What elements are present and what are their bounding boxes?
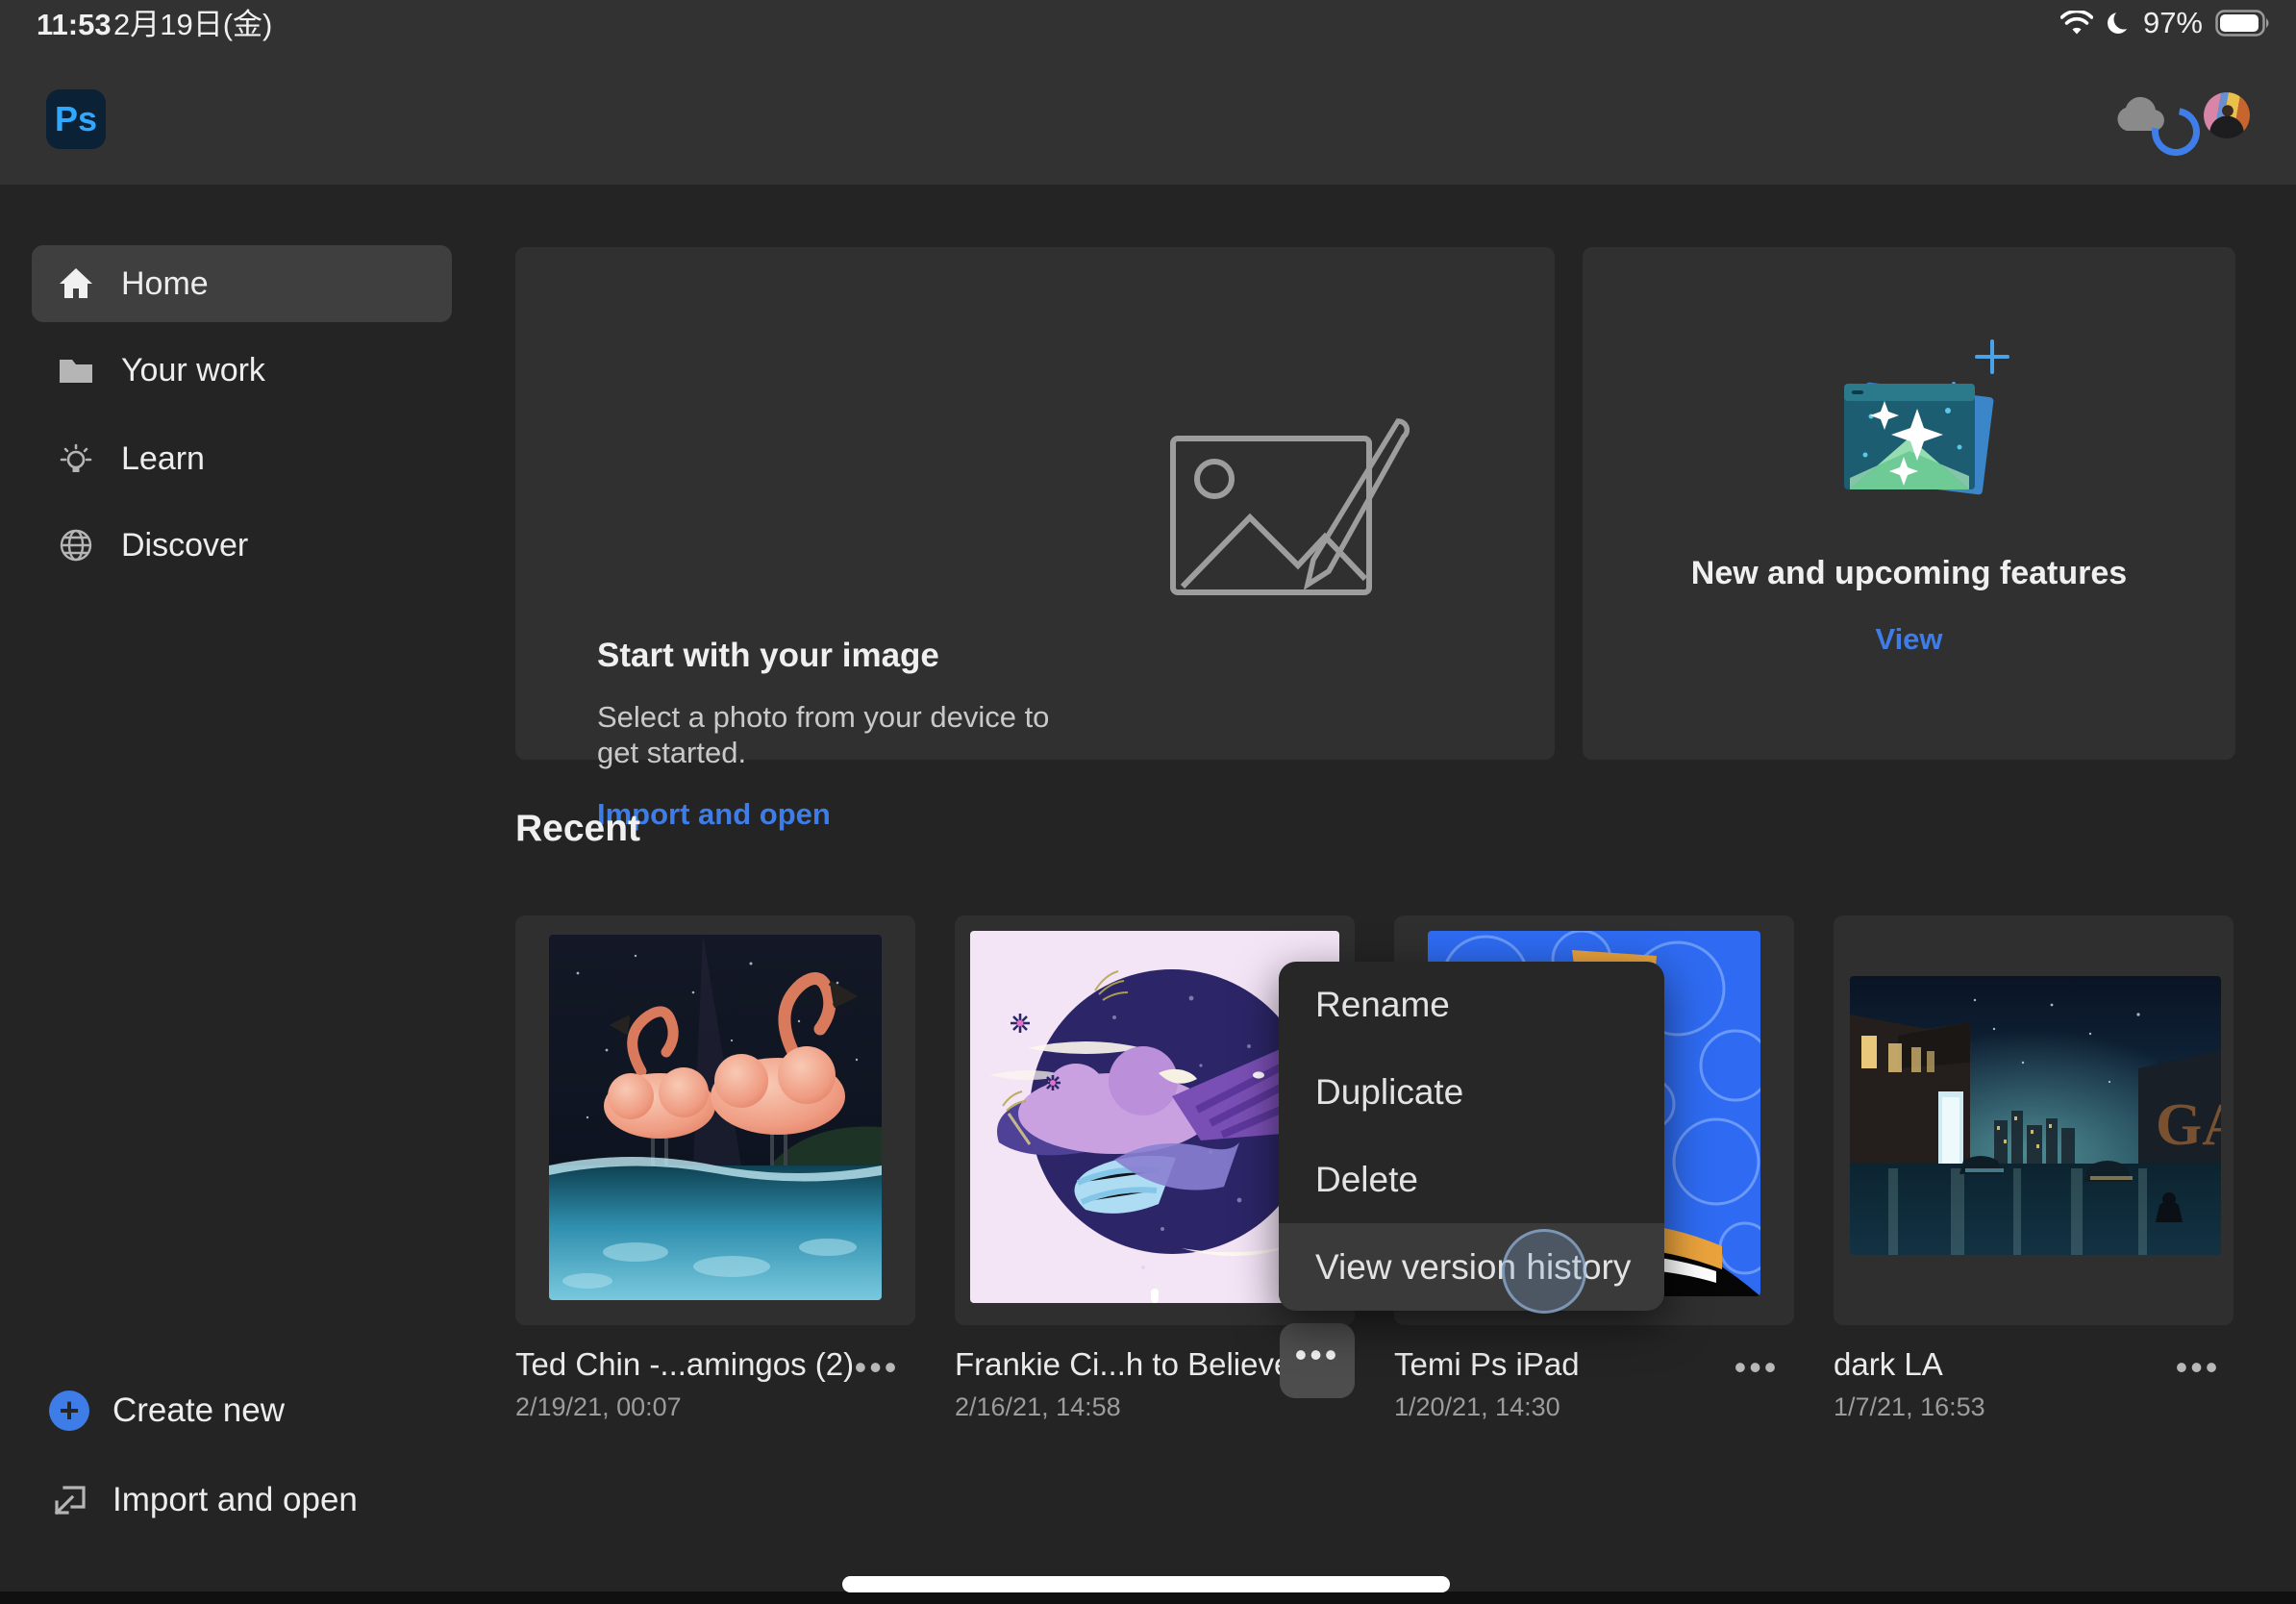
sidebar-item-label: Home: [121, 265, 209, 303]
features-view-link[interactable]: View: [1583, 622, 2235, 657]
new-features-card[interactable]: New and upcoming features View: [1583, 247, 2235, 760]
status-right-cluster: 97%: [2060, 0, 2271, 46]
sidebar-item-learn[interactable]: Learn: [32, 420, 452, 497]
start-card-description: Select a photo from your device to get s…: [597, 699, 1097, 770]
recent-item-name: Frankie Ci...h to Believe: [955, 1346, 1301, 1383]
status-bar: 11:53 2月19日(金) 97%: [0, 0, 2296, 46]
sidebar-item-label: Discover: [121, 527, 248, 564]
recent-heading: Recent: [515, 808, 640, 850]
create-new-label: Create new: [112, 1391, 285, 1430]
home-icon: [58, 265, 94, 302]
menu-item-rename[interactable]: Rename: [1279, 962, 1664, 1049]
folder-icon: [58, 352, 94, 388]
recent-item-date: 1/7/21, 16:53: [1834, 1392, 1985, 1422]
battery-icon: [2215, 10, 2271, 37]
plus-icon: +: [49, 1391, 89, 1431]
photoshop-ipad-home: 11:53 2月19日(金) 97%: [0, 0, 2296, 1604]
battery-percent: 97%: [2143, 6, 2203, 40]
recent-item-name: dark LA: [1834, 1346, 2180, 1383]
more-options-button[interactable]: •••: [850, 1346, 904, 1396]
more-options-button[interactable]: •••: [2171, 1346, 2225, 1396]
import-icon: [49, 1480, 89, 1520]
recent-thumbnail-flamingos[interactable]: [549, 935, 882, 1300]
menu-item-duplicate[interactable]: Duplicate: [1279, 1049, 1664, 1137]
app-header: Ps: [0, 46, 2296, 185]
start-card-title: Start with your image: [597, 637, 939, 675]
recent-item-date: 1/20/21, 14:30: [1394, 1392, 1560, 1422]
do-not-disturb-moon-icon: [2106, 11, 2131, 36]
cloud-sync-indicator[interactable]: [2111, 96, 2198, 154]
image-edit-icon: [1169, 415, 1410, 598]
globe-icon: [58, 527, 94, 564]
import-and-open-button[interactable]: Import and open: [32, 1462, 474, 1539]
features-card-title: New and upcoming features: [1583, 555, 2235, 592]
sidebar-item-label: Your work: [121, 352, 265, 389]
import-open-label: Import and open: [112, 1481, 358, 1519]
menu-item-view-version-history[interactable]: View version history: [1279, 1223, 1664, 1311]
create-new-button[interactable]: + Create new: [32, 1372, 474, 1449]
status-time: 11:53: [37, 0, 112, 46]
home-indicator[interactable]: [842, 1576, 1450, 1592]
recent-card-dark-la[interactable]: GA: [1834, 915, 2234, 1325]
sidebar-item-label: Learn: [121, 440, 205, 478]
recent-item-name: Temi Ps iPad: [1394, 1346, 1740, 1383]
account-avatar[interactable]: [2204, 92, 2250, 138]
more-options-button-active[interactable]: •••: [1280, 1323, 1355, 1398]
menu-item-delete[interactable]: Delete: [1279, 1137, 1664, 1224]
more-options-button[interactable]: •••: [1730, 1346, 1784, 1396]
photoshop-logo: Ps: [46, 89, 106, 149]
start-with-image-card[interactable]: Start with your image Select a photo fro…: [515, 247, 1555, 760]
svg-text:GA: GA: [2156, 1092, 2221, 1158]
recent-card-ted-chin[interactable]: [515, 915, 915, 1325]
sidebar-item-your-work[interactable]: Your work: [32, 332, 452, 409]
wifi-icon: [2060, 11, 2093, 36]
status-date: 2月19日(金): [113, 0, 272, 46]
recent-item-name: Ted Chin -...amingos (2): [515, 1346, 861, 1383]
lightbulb-icon: [58, 440, 94, 477]
touch-indicator: [1502, 1229, 1586, 1314]
new-features-illustration: [1804, 334, 2025, 526]
sidebar-item-discover[interactable]: Discover: [32, 507, 452, 584]
sidebar-item-home[interactable]: Home: [32, 245, 452, 322]
recent-item-date: 2/19/21, 00:07: [515, 1392, 682, 1422]
recent-thumbnail-dark-la[interactable]: GA: [1850, 976, 2221, 1255]
bottom-edge: [0, 1591, 2296, 1604]
context-menu: Rename Duplicate Delete View version his…: [1279, 962, 1664, 1311]
recent-item-date: 2/16/21, 14:58: [955, 1392, 1121, 1422]
